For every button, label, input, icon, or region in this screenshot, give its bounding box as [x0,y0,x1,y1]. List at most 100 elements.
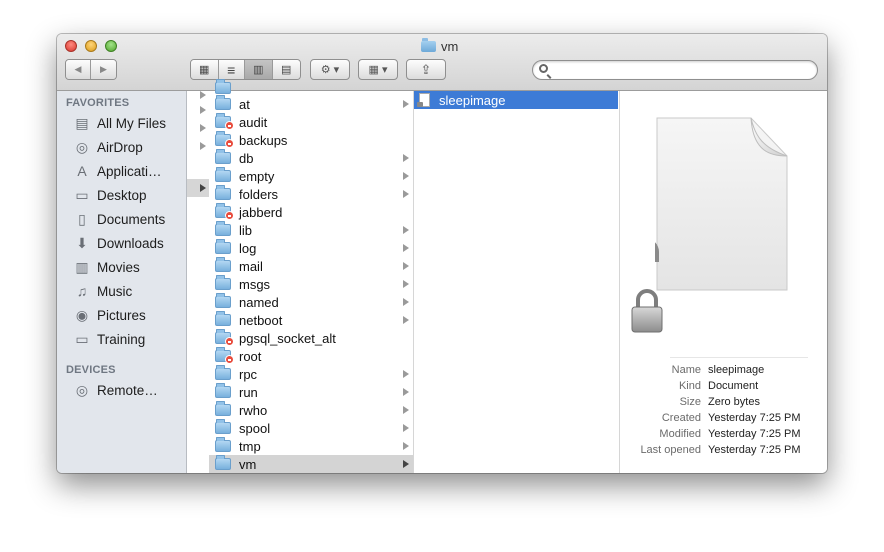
list-item[interactable]: pgsql_socket_alt [209,329,413,347]
folder-icon [215,383,231,398]
arrange-icon: ▦ ▾ [368,64,388,76]
list-item[interactable]: named [209,293,413,311]
sidebar-item[interactable]: ▭ Training [73,328,145,350]
folder-icon [215,95,231,110]
list-item-selected[interactable]: vm [209,455,413,473]
list-item[interactable] [187,137,209,155]
sidebar-item[interactable]: ▯ Documents [73,208,165,230]
sidebar-item[interactable]: ◉ Pictures [73,304,146,326]
info-key: Name [671,364,701,376]
coverflow-view-button[interactable]: ▤ [272,60,300,79]
list-item[interactable]: at [209,95,413,113]
folder-icon [215,167,231,182]
list-item[interactable]: rwho [209,401,413,419]
sidebar-item[interactable]: ⬇ Downloads [73,232,164,254]
folder-icon: ▭ [75,330,89,347]
no-access-badge-icon [225,121,234,130]
folder-icon [215,221,231,236]
share-button[interactable]: ⇪ [406,59,446,80]
sidebar-item[interactable]: ▭ Desktop [73,184,147,206]
list-item[interactable]: folders [209,185,413,203]
icon-view-icon: ▦ [199,64,210,76]
list-item[interactable]: audit [209,113,413,131]
pictures-icon: ◉ [75,306,89,323]
folder-name: rwho [239,402,268,418]
list-item-selected[interactable]: sleepimage [414,91,618,109]
folder-icon [215,131,234,148]
file-name: sleepimage [439,92,506,108]
no-access-badge-icon [225,355,234,364]
disclosure-arrow-icon [403,370,409,378]
list-item[interactable]: run [209,383,413,401]
list-item[interactable]: root [209,347,413,365]
folder-name: pgsql_socket_alt [239,330,336,346]
sidebar-item-label: Pictures [97,307,146,323]
folder-icon [215,293,231,308]
window-title-text: vm [441,38,459,54]
info-row: Size Zero bytes [620,396,827,412]
sidebar-item[interactable]: ♫ Music [73,280,133,302]
disclosure-arrow-icon [403,460,409,468]
list-item[interactable] [187,119,209,137]
info-key: Kind [678,380,701,392]
folder-name: root [239,348,262,364]
sidebar-item[interactable]: ◎ Remote… [73,379,158,401]
list-item[interactable]: spool [209,419,413,437]
icon-view-button[interactable]: ▦ [191,60,219,79]
list-item[interactable]: db [209,149,413,167]
info-value: sleepimage [708,364,765,376]
minimize-window-button[interactable] [85,40,97,52]
list-item[interactable]: log [209,239,413,257]
finder-window: vm ◀ ▶ ▦ ≡ ▥ ▤ ⚙ ▾ ▦ ▾ ⇪ FAVORITES ▤ All … [57,34,827,473]
list-item[interactable]: netboot [209,311,413,329]
list-item[interactable]: msgs [209,275,413,293]
disclosure-arrow-icon [403,442,409,450]
sidebar-item-label: Desktop [97,187,147,203]
disclosure-arrow-icon [403,154,409,162]
list-item[interactable]: lib [209,221,413,239]
sidebar-item-label: AirDrop [97,139,143,155]
disclosure-arrow-icon [200,124,206,132]
action-menu-button[interactable]: ⚙ ▾ [310,59,350,80]
sidebar-item[interactable]: ▤ All My Files [73,112,166,134]
disclosure-arrow-icon [403,244,409,252]
folder-name: spool [239,420,271,436]
info-value: Yesterday 7:25 PM [708,412,801,424]
list-view-button[interactable]: ≡ [218,60,246,79]
list-item[interactable]: rpc [209,365,413,383]
list-item-selected[interactable] [187,179,209,197]
gear-icon: ⚙ ▾ [320,64,340,76]
disclosure-arrow-icon [200,106,206,114]
sidebar-item[interactable]: ▥ Movies [73,256,139,278]
no-access-badge-icon [225,139,234,148]
back-button[interactable]: ◀ [66,60,91,79]
search-input[interactable] [551,62,815,80]
folder-name: rpc [239,366,258,382]
disclosure-arrow-icon [200,142,206,150]
disclosure-arrow-icon [200,184,206,192]
list-item[interactable]: empty [209,167,413,185]
forward-button[interactable]: ▶ [91,60,116,79]
sidebar-item[interactable]: A Applicati… [73,160,161,182]
back-forward-control: ◀ ▶ [65,59,117,80]
close-window-button[interactable] [65,40,77,52]
movies-icon: ▥ [75,258,89,275]
sidebar-item[interactable]: ◎ AirDrop [73,136,143,158]
coverflow-view-icon: ▤ [281,64,292,76]
devices-header: DEVICES [66,364,116,376]
list-item[interactable]: backups [209,131,413,149]
list-item[interactable]: mail [209,257,413,275]
folder-icon [215,113,234,130]
favorites-header: FAVORITES [66,97,130,109]
search-field[interactable] [532,60,818,80]
list-item[interactable]: tmp [209,437,413,455]
list-item[interactable] [187,101,209,119]
info-value: Yesterday 7:25 PM [708,444,801,456]
list-item[interactable]: jabberd [209,203,413,221]
info-row: Kind Document [620,380,827,396]
arrange-menu-button[interactable]: ▦ ▾ [358,59,398,80]
column-view-icon: ▥ [253,64,264,76]
zoom-window-button[interactable] [105,40,117,52]
column-view-button[interactable]: ▥ [245,60,273,79]
folder-icon [215,401,231,416]
